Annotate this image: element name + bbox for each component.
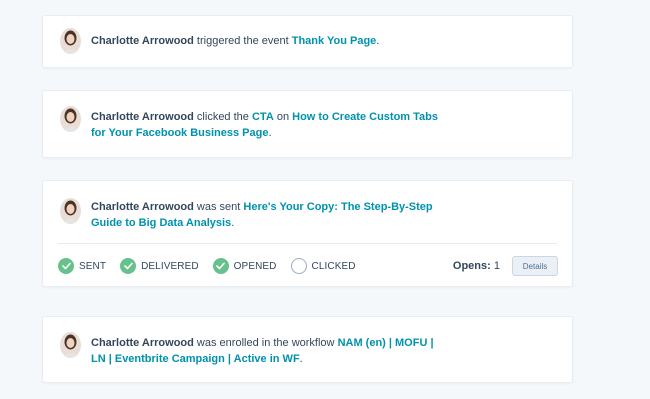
event-verb: was enrolled in the workflow [193,337,338,349]
event-link[interactable]: Thank You Page [292,35,377,47]
opens-value: 1 [493,260,500,272]
status-delivered: DELIVERED [120,258,199,274]
status-label: OPENED [233,260,277,272]
timeline-event-card: Charlotte Arrowood was enrolled in the w… [42,316,573,383]
event-punctuation: . [268,127,272,139]
event-verb: triggered the event [193,35,292,47]
event-punctuation: . [299,353,303,365]
event-connector: on [273,111,293,123]
avatar [60,106,81,132]
status-sent: SENT [58,258,106,274]
status-label: CLICKED [311,260,356,272]
contact-name: Charlotte Arrowood [91,337,194,349]
avatar [60,332,81,358]
check-circle-icon [212,258,229,274]
event-description: Charlotte Arrowood clicked the CTA on Ho… [91,109,451,141]
contact-name: Charlotte Arrowood [91,201,194,213]
opens-label: Opens: [452,260,491,272]
event-description: Charlotte Arrowood triggered the event T… [91,33,551,49]
event-verb: clicked the [193,111,252,123]
event-punctuation: . [376,35,380,47]
timeline-email-card: Charlotte Arrowood was sent Here's Your … [42,180,573,287]
contact-name: Charlotte Arrowood [91,35,194,47]
avatar [60,28,81,54]
event-verb: was sent [193,201,244,213]
page-background-left [0,0,42,399]
empty-circle-icon [290,258,307,274]
card-divider [58,243,557,244]
avatar [60,198,81,224]
status-label: SENT [79,260,107,272]
timeline-event-card: Charlotte Arrowood clicked the CTA on Ho… [42,90,573,158]
page-background-right [600,0,650,399]
status-label: DELIVERED [141,260,199,272]
status-clicked: CLICKED [290,258,356,274]
email-status-list: SENT DELIVERED OPENED CLICKED [58,257,370,275]
event-punctuation: . [231,217,235,229]
contact-name: Charlotte Arrowood [91,111,194,123]
timeline-event-card: Charlotte Arrowood triggered the event T… [42,15,573,68]
event-description: Charlotte Arrowood was sent Here's Your … [91,199,451,231]
details-button[interactable]: Details [512,256,558,276]
opens-count: Opens: 1 [453,260,500,272]
event-description: Charlotte Arrowood was enrolled in the w… [91,335,451,367]
check-circle-icon [58,258,74,274]
cta-link[interactable]: CTA [252,111,274,123]
status-opened: OPENED [212,258,277,274]
check-circle-icon [120,258,137,274]
